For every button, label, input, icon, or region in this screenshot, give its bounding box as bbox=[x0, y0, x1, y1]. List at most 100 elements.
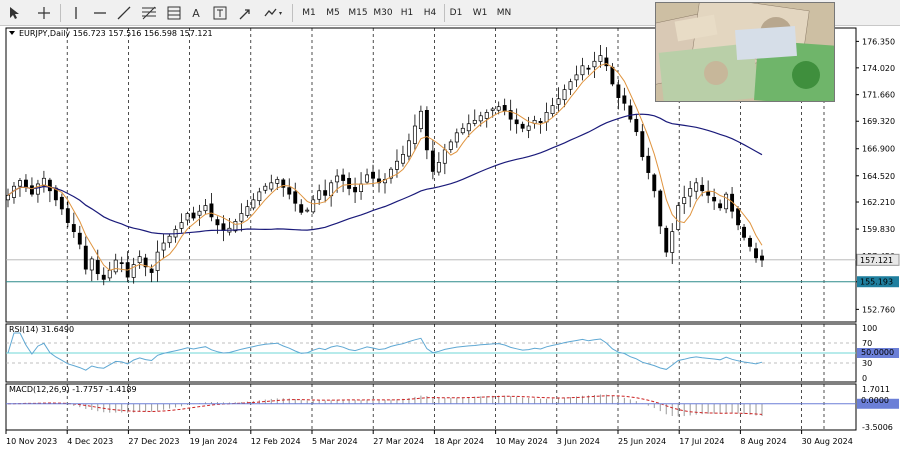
vertical-line-icon[interactable] bbox=[66, 3, 86, 23]
rsi-tick-label: 70 bbox=[862, 339, 872, 348]
timeframe-w1[interactable]: W1 bbox=[470, 3, 490, 23]
rsi-header: RSI(14) 31.6490 bbox=[9, 325, 74, 334]
candle-body bbox=[634, 118, 639, 133]
timeframe-d1[interactable]: D1 bbox=[447, 3, 465, 23]
candle-body bbox=[538, 121, 543, 123]
candle-body bbox=[406, 140, 411, 157]
price-tick-label: 171.660 bbox=[862, 91, 895, 100]
timeframe-m5[interactable]: M5 bbox=[322, 3, 344, 23]
cursor-icon[interactable] bbox=[4, 3, 24, 23]
timeframe-m30[interactable]: M30 bbox=[371, 3, 395, 23]
toolbar-separator bbox=[292, 4, 293, 22]
candle-body bbox=[490, 108, 495, 111]
candle-body bbox=[215, 219, 220, 226]
candle-body bbox=[592, 60, 597, 68]
fibonacci-icon[interactable] bbox=[138, 3, 160, 23]
candle-body bbox=[335, 175, 340, 183]
candle-body bbox=[311, 199, 316, 213]
main-chart-header: EURJPY,Daily 156.723 157.516 156.598 157… bbox=[19, 29, 213, 38]
rsi-tick-label: 100 bbox=[862, 324, 877, 333]
candle-body bbox=[706, 191, 711, 196]
candle-body bbox=[694, 182, 699, 192]
time-tick-label: 18 Apr 2024 bbox=[434, 437, 483, 446]
candle-body bbox=[640, 131, 645, 158]
price-tick-label: 166.900 bbox=[862, 145, 895, 154]
candle-body bbox=[652, 174, 657, 192]
time-tick-label: 19 Jan 2024 bbox=[190, 437, 238, 446]
candle-body bbox=[574, 74, 579, 81]
candle-body bbox=[562, 89, 567, 101]
timeframe-h4[interactable]: H4 bbox=[420, 3, 440, 23]
candle-body bbox=[341, 174, 346, 181]
candle-body bbox=[161, 242, 166, 251]
rsi-tick-label: 30 bbox=[862, 359, 872, 368]
candle-body bbox=[59, 196, 64, 210]
candle-body bbox=[251, 199, 256, 209]
candle-body bbox=[700, 184, 705, 192]
current-price-label: 157.121 bbox=[860, 256, 893, 265]
candle-body bbox=[305, 209, 310, 212]
candle-body bbox=[622, 95, 627, 104]
candle-body bbox=[347, 178, 352, 189]
candle-body bbox=[712, 196, 717, 202]
price-tick-label: 174.020 bbox=[862, 64, 895, 73]
candle-body bbox=[101, 274, 106, 280]
candle-body bbox=[736, 208, 741, 226]
candle-body bbox=[371, 171, 375, 179]
currency-banknotes-photo bbox=[655, 2, 835, 102]
trendline-icon[interactable] bbox=[114, 3, 134, 23]
timeframe-mn[interactable]: MN bbox=[493, 3, 515, 23]
candle-body bbox=[245, 206, 250, 216]
time-tick-label: 10 Nov 2023 bbox=[6, 437, 57, 446]
candle-body bbox=[550, 105, 555, 115]
time-tick-label: 3 Jun 2024 bbox=[557, 437, 600, 446]
price-tick-label: 164.520 bbox=[862, 172, 895, 181]
timeframe-h1[interactable]: H1 bbox=[397, 3, 417, 23]
macd-tick-low: -3.5006 bbox=[862, 423, 893, 432]
candle-body bbox=[598, 55, 603, 62]
candle-body bbox=[89, 258, 94, 271]
candle-body bbox=[568, 81, 573, 90]
crosshair-icon[interactable] bbox=[34, 3, 54, 23]
candle-body bbox=[556, 98, 561, 105]
candle-body bbox=[754, 248, 758, 259]
shapes-icon[interactable] bbox=[262, 3, 286, 23]
time-tick-label: 8 Aug 2024 bbox=[740, 437, 786, 446]
candle-body bbox=[269, 182, 274, 190]
candle-body bbox=[275, 179, 280, 184]
candle-body bbox=[221, 223, 226, 231]
candle-body bbox=[167, 235, 172, 244]
candle-body bbox=[239, 213, 244, 222]
candle-body bbox=[24, 179, 28, 188]
candle-body bbox=[287, 187, 292, 195]
candle-body bbox=[682, 197, 687, 204]
candle-body bbox=[149, 268, 154, 273]
price-tick-label: 169.320 bbox=[862, 117, 895, 126]
candle-body bbox=[496, 106, 501, 111]
macd-level-label: 0.0000 bbox=[861, 396, 889, 405]
horizontal-line-icon[interactable] bbox=[90, 3, 110, 23]
hline-price-label: 155.193 bbox=[860, 278, 893, 287]
candle-body bbox=[688, 188, 693, 197]
toolbar-separator bbox=[444, 4, 445, 22]
label-icon[interactable] bbox=[210, 3, 230, 23]
time-tick-label: 27 Dec 2023 bbox=[128, 437, 179, 446]
time-tick-label: 5 Mar 2024 bbox=[312, 437, 358, 446]
arrow-icon[interactable] bbox=[236, 3, 256, 23]
candle-body bbox=[502, 105, 507, 112]
text-icon[interactable]: A bbox=[188, 3, 204, 23]
candle-body bbox=[6, 194, 10, 201]
timeframe-m1[interactable]: M1 bbox=[298, 3, 320, 23]
candle-body bbox=[293, 191, 298, 204]
time-axis: 10 Nov 2023 4 Dec 2023 27 Dec 2023 19 Jan 2… bbox=[5, 430, 853, 446]
candle-body bbox=[658, 190, 663, 227]
candle-body bbox=[365, 174, 369, 183]
candle-body bbox=[191, 212, 196, 219]
timeframe-m15[interactable]: M15 bbox=[346, 3, 370, 23]
candle-body bbox=[760, 255, 764, 261]
candle-body bbox=[257, 191, 262, 202]
channel-icon[interactable] bbox=[164, 3, 184, 23]
candle-body bbox=[646, 155, 651, 173]
time-tick-label: 30 Aug 2024 bbox=[802, 437, 853, 446]
candle-body bbox=[436, 162, 441, 173]
